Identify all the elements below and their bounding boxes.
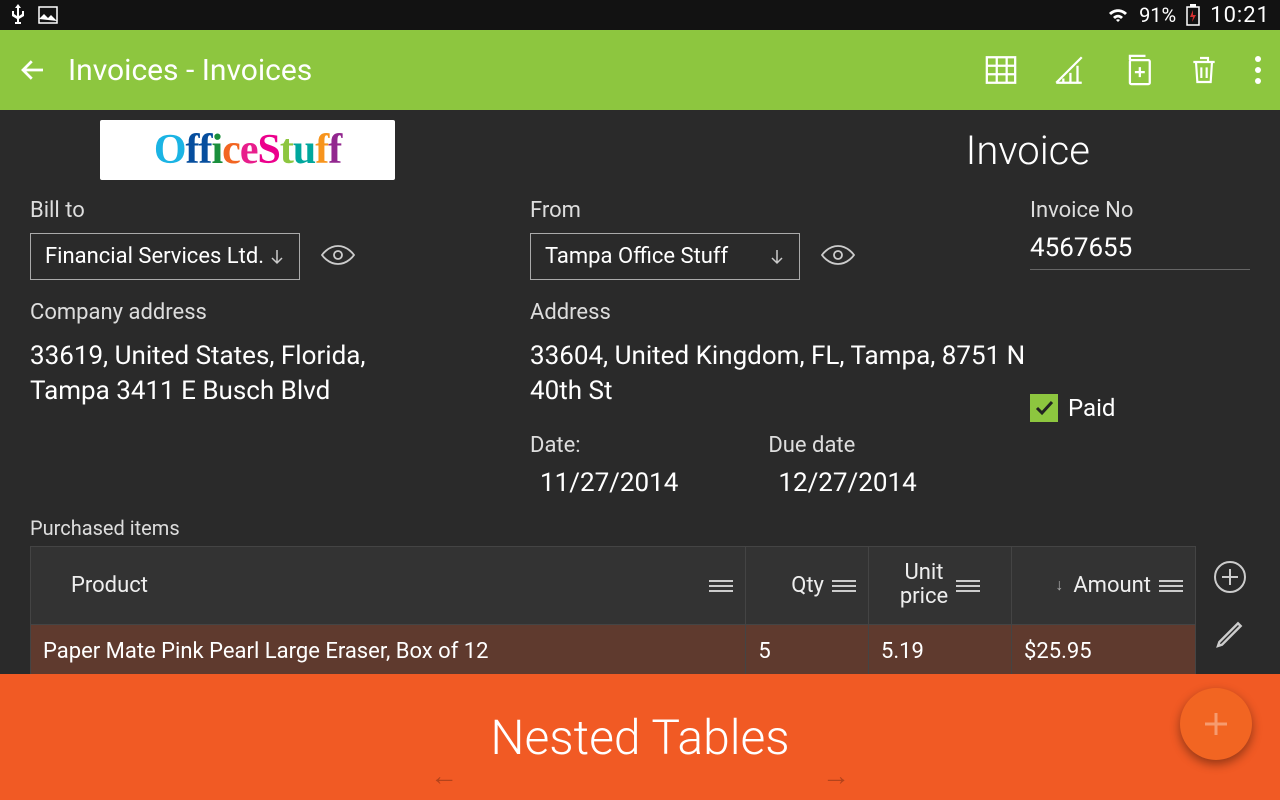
status-bar: 91% 10:21 bbox=[0, 0, 1280, 30]
drag-handle-icon[interactable] bbox=[709, 577, 733, 593]
billto-label: Bill to bbox=[30, 198, 530, 223]
billto-dropdown[interactable]: Financial Services Ltd. bbox=[30, 233, 300, 280]
back-button[interactable] bbox=[18, 55, 48, 85]
due-date-label: Due date bbox=[768, 433, 916, 458]
action-bar: Invoices - Invoices bbox=[0, 30, 1280, 110]
invoice-no-label: Invoice No bbox=[1030, 198, 1250, 223]
invoice-no-field[interactable]: 4567655 bbox=[1030, 233, 1250, 270]
table-row[interactable]: Paper Mate Pink Pearl Large Eraser, Box … bbox=[31, 624, 1196, 678]
sort-down-icon: ↓ bbox=[1055, 575, 1063, 595]
date-value[interactable]: 11/27/2014 bbox=[540, 468, 678, 498]
add-row-button[interactable] bbox=[1213, 560, 1247, 598]
col-amount[interactable]: ↓Amount bbox=[1012, 547, 1196, 624]
from-dropdown[interactable]: Tampa Office Stuff bbox=[530, 233, 800, 280]
invoice-heading: Invoice bbox=[966, 127, 1090, 174]
col-qty[interactable]: Qty bbox=[746, 547, 869, 624]
edit-row-button[interactable] bbox=[1214, 618, 1246, 654]
company-logo: OfficeStuff bbox=[100, 120, 395, 180]
page-title: Invoices - Invoices bbox=[68, 53, 312, 88]
company-address-label: Company address bbox=[30, 300, 530, 325]
banner-next-icon[interactable]: → bbox=[822, 759, 850, 792]
clock-time: 10:21 bbox=[1210, 3, 1270, 28]
wifi-icon bbox=[1107, 6, 1129, 24]
usb-icon bbox=[10, 4, 26, 26]
chevron-down-icon bbox=[769, 248, 785, 266]
image-icon bbox=[38, 6, 58, 24]
view-billto-icon[interactable] bbox=[320, 243, 356, 271]
col-product[interactable]: Product bbox=[31, 547, 746, 624]
date-label: Date: bbox=[530, 433, 678, 458]
paid-checkbox[interactable] bbox=[1030, 394, 1058, 422]
drag-handle-icon[interactable] bbox=[832, 577, 856, 593]
due-date-value[interactable]: 12/27/2014 bbox=[778, 468, 916, 498]
fab-add-button[interactable] bbox=[1180, 688, 1252, 760]
bottom-banner: ← Nested Tables → bbox=[0, 674, 1280, 800]
battery-icon bbox=[1186, 4, 1200, 26]
banner-text: Nested Tables bbox=[490, 709, 789, 766]
from-selected: Tampa Office Stuff bbox=[545, 244, 728, 269]
banner-prev-icon[interactable]: ← bbox=[430, 759, 458, 792]
col-unit-price[interactable]: Unitprice bbox=[868, 547, 1011, 624]
billto-selected: Financial Services Ltd. bbox=[45, 244, 264, 269]
delete-icon[interactable] bbox=[1188, 53, 1220, 87]
battery-percent: 91% bbox=[1139, 3, 1176, 27]
company-address-text: 33619, United States, Florida, Tampa 341… bbox=[30, 339, 530, 409]
grid-view-icon[interactable] bbox=[984, 53, 1018, 87]
from-label: From bbox=[530, 198, 1030, 223]
purchased-items-label: Purchased items bbox=[30, 516, 1250, 540]
more-menu-icon[interactable] bbox=[1254, 55, 1262, 85]
from-address-label: Address bbox=[530, 300, 1030, 325]
from-address-text: 33604, United Kingdom, FL, Tampa, 8751 N… bbox=[530, 339, 1030, 409]
drag-handle-icon[interactable] bbox=[1159, 577, 1183, 593]
copy-add-icon[interactable] bbox=[1120, 53, 1154, 87]
chevron-down-icon bbox=[269, 248, 285, 266]
paid-label: Paid bbox=[1068, 394, 1115, 422]
view-from-icon[interactable] bbox=[820, 243, 856, 271]
drag-handle-icon[interactable] bbox=[956, 577, 980, 593]
design-icon[interactable] bbox=[1052, 53, 1086, 87]
